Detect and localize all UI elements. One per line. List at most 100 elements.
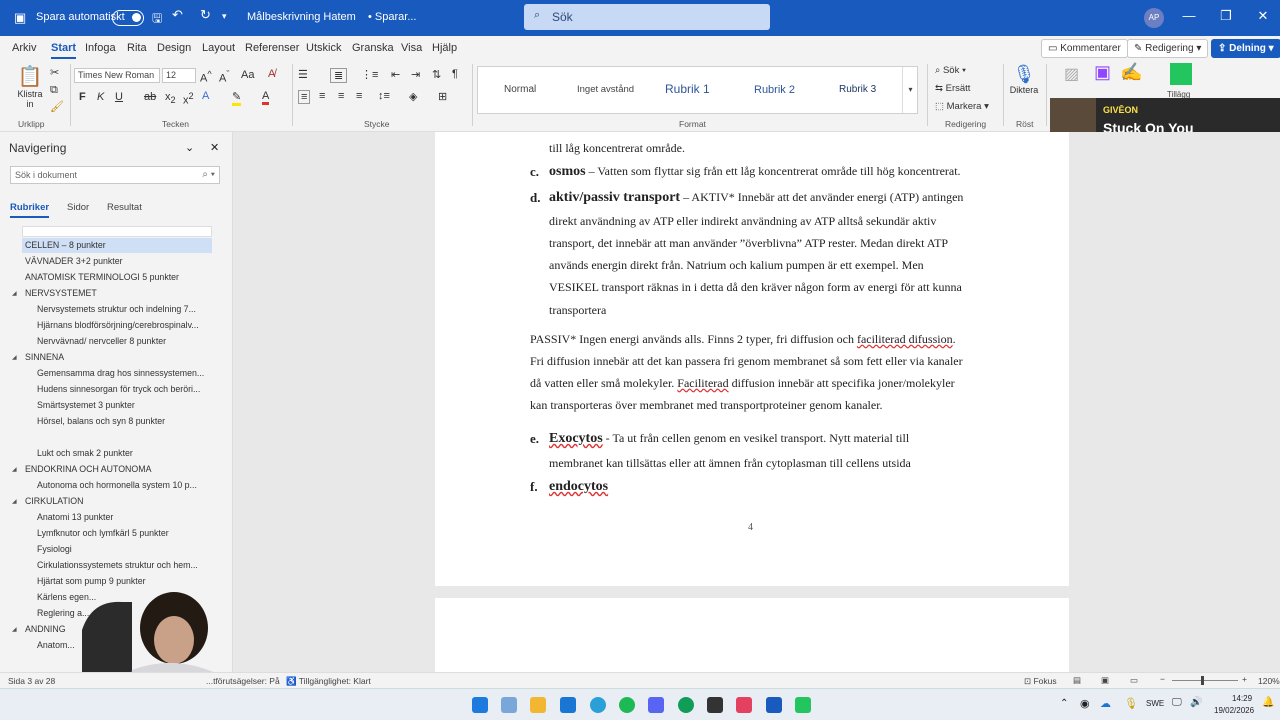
undo-icon[interactable]: ↶ bbox=[172, 7, 183, 23]
nav-heading-item[interactable]: Lukt och smak 2 punkter bbox=[37, 448, 209, 458]
nav-heading-item[interactable]: Anatomi 13 punkter bbox=[37, 512, 209, 522]
avatar[interactable]: AP bbox=[1144, 8, 1164, 28]
nav-heading-item[interactable]: NERVSYSTEMET bbox=[25, 288, 210, 298]
pilcrow-icon[interactable]: ¶ bbox=[452, 68, 458, 80]
style-no-spacing[interactable]: Inget avstånd bbox=[577, 84, 634, 95]
copy-icon[interactable]: ⧉ bbox=[50, 84, 58, 97]
share-button[interactable]: ⇪ Delning ▾ bbox=[1211, 39, 1280, 58]
nav-search-input[interactable]: Sök i dokument ⌕ ▾ bbox=[10, 166, 220, 184]
editing-mode-button[interactable]: ✎ Redigering ▾ bbox=[1127, 39, 1209, 58]
nav-heading-item[interactable]: Hjärnans blodförsörjning/cerebrospinalv.… bbox=[37, 320, 209, 330]
nav-heading-item[interactable]: Lymfknutor och lymfkärl 5 punkter bbox=[37, 528, 209, 538]
volume-icon[interactable]: 🔊 bbox=[1190, 697, 1202, 708]
save-icon[interactable]: 🖫 bbox=[152, 9, 162, 30]
style-heading-2[interactable]: Rubrik 2 bbox=[754, 84, 795, 96]
widgets-icon[interactable] bbox=[501, 697, 517, 713]
dictate-button[interactable]: 🎙 Diktera bbox=[1008, 64, 1040, 95]
start-icon[interactable] bbox=[472, 697, 488, 713]
obs-icon[interactable] bbox=[707, 697, 723, 713]
edge-icon[interactable] bbox=[590, 697, 606, 713]
tray-chevron-icon[interactable]: ⌃ bbox=[1060, 698, 1068, 709]
menu-hjalp[interactable]: Hjälp bbox=[432, 42, 457, 54]
menu-referenser[interactable]: Referenser bbox=[245, 42, 299, 54]
replace-button[interactable]: ⇆ Ersätt bbox=[935, 83, 970, 94]
numbering-icon[interactable]: ≣ bbox=[330, 68, 348, 83]
document-page-next[interactable] bbox=[435, 598, 1069, 672]
addins-icon[interactable] bbox=[1170, 63, 1192, 85]
menu-layout[interactable]: Layout bbox=[202, 42, 235, 54]
shrink-font-icon[interactable]: Aˇ bbox=[219, 69, 229, 85]
font-color-icon[interactable]: A bbox=[262, 90, 270, 105]
nav-heading-item[interactable]: Autonoma och hormonella system 10 p... bbox=[37, 480, 209, 490]
read-mode-icon[interactable]: ▤ bbox=[1073, 675, 1081, 686]
twitch-icon[interactable]: ▣ bbox=[1094, 62, 1111, 83]
menu-start[interactable]: Start bbox=[51, 42, 77, 59]
outlook-icon[interactable] bbox=[560, 697, 576, 713]
nav-heading-item[interactable]: Smärtsystemet 3 punkter bbox=[37, 400, 209, 410]
customize-qat-icon[interactable]: ▾ bbox=[222, 11, 227, 22]
mic-tray-icon[interactable]: 🎙 bbox=[1124, 697, 1138, 710]
search-box[interactable]: ⌕ Sök bbox=[524, 4, 770, 30]
style-heading-3[interactable]: Rubrik 3 bbox=[839, 84, 876, 95]
menu-visa[interactable]: Visa bbox=[401, 42, 422, 54]
nav-heading-item[interactable]: Fysiologi bbox=[37, 544, 209, 554]
sort-icon[interactable]: ⇅ bbox=[432, 68, 441, 81]
borders-icon[interactable]: ⊞ bbox=[438, 90, 447, 103]
editor-icon[interactable]: ✍ bbox=[1120, 62, 1142, 83]
menu-utskick[interactable]: Utskick bbox=[306, 42, 341, 54]
network-icon[interactable]: 🖵 bbox=[1172, 697, 1182, 708]
format-painter-icon[interactable]: 🖌 bbox=[50, 100, 64, 113]
style-heading-1[interactable]: Rubrik 1 bbox=[665, 82, 710, 96]
print-layout-icon[interactable]: ▣ bbox=[1101, 675, 1109, 686]
text-effects-icon[interactable]: A bbox=[202, 90, 209, 102]
document-title[interactable]: Målbeskrivning Hatem bbox=[247, 11, 356, 23]
save-status[interactable]: • Sparar... bbox=[368, 11, 417, 23]
discord-icon[interactable] bbox=[648, 697, 664, 713]
close-pane-icon[interactable]: ✕ bbox=[210, 141, 219, 154]
redo-icon[interactable]: ↻ bbox=[200, 7, 211, 23]
chrome-icon[interactable] bbox=[678, 697, 694, 713]
menu-infoga[interactable]: Infoga bbox=[85, 42, 116, 54]
language-indicator[interactable]: SWE bbox=[1146, 699, 1164, 708]
nav-heading-item[interactable]: ANATOMISK TERMINOLOGI 5 punkter bbox=[25, 272, 210, 282]
expand-toggle-icon[interactable]: ◢ bbox=[12, 498, 17, 505]
bold-icon[interactable]: F bbox=[79, 91, 86, 103]
find-button[interactable]: ⌕ Sök ▾ bbox=[935, 65, 966, 76]
paste-button[interactable]: 📋 Klistra in bbox=[14, 64, 46, 109]
word-taskbar-icon[interactable] bbox=[766, 697, 782, 713]
tab-pages[interactable]: Sidor bbox=[67, 202, 89, 213]
zoom-slider[interactable] bbox=[1172, 680, 1238, 681]
font-name-select[interactable]: Times New Roman bbox=[74, 68, 160, 83]
maximize-icon[interactable]: ❐ bbox=[1211, 8, 1241, 24]
strikethrough-icon[interactable]: ab bbox=[144, 91, 156, 103]
nav-heading-item[interactable]: Gemensamma drag hos sinnessystemen... bbox=[37, 368, 209, 378]
focus-button[interactable]: ⊡ Fokus bbox=[1024, 676, 1057, 687]
decrease-indent-icon[interactable]: ⇤ bbox=[391, 68, 400, 81]
clear-format-icon[interactable]: A̸ bbox=[268, 68, 275, 80]
file-explorer-icon[interactable] bbox=[530, 697, 546, 713]
shading-icon[interactable]: ◈ bbox=[409, 90, 417, 103]
tab-results[interactable]: Resultat bbox=[107, 202, 142, 213]
close-icon[interactable]: ✕ bbox=[1248, 8, 1278, 24]
justify-icon[interactable]: ≡ bbox=[356, 90, 362, 102]
cut-icon[interactable]: ✂ bbox=[50, 66, 59, 79]
line-spacing-icon[interactable]: ↕≡ bbox=[378, 90, 390, 102]
web-layout-icon[interactable]: ▭ bbox=[1130, 675, 1138, 686]
game-app-icon[interactable] bbox=[795, 697, 811, 713]
align-center-icon[interactable]: ≡ bbox=[319, 90, 325, 102]
italic-icon[interactable]: K bbox=[97, 91, 104, 103]
clock-time[interactable]: 14:29 bbox=[1232, 694, 1252, 703]
spelling-error[interactable]: faciliterad difussion bbox=[857, 332, 953, 346]
nav-heading-item[interactable]: Hudens sinnesorgan för tryck och beröri.… bbox=[37, 384, 209, 394]
app-icon[interactable] bbox=[736, 697, 752, 713]
expand-toggle-icon[interactable]: ◢ bbox=[12, 354, 17, 361]
nav-heading-item[interactable]: SINNENA bbox=[25, 352, 210, 362]
spotify-icon[interactable] bbox=[619, 697, 635, 713]
align-right-icon[interactable]: ≡ bbox=[338, 90, 344, 102]
highlight-icon[interactable]: ✎ bbox=[232, 90, 242, 106]
zoom-out-icon[interactable]: − bbox=[1160, 674, 1165, 684]
nav-heading-item[interactable]: VÄVNADER 3+2 punkter bbox=[25, 256, 210, 266]
superscript-icon[interactable]: x2 bbox=[183, 91, 194, 107]
document-page[interactable]: till låg koncentrerat område. c. osmos –… bbox=[435, 132, 1069, 586]
zoom-in-icon[interactable]: + bbox=[1242, 674, 1247, 684]
